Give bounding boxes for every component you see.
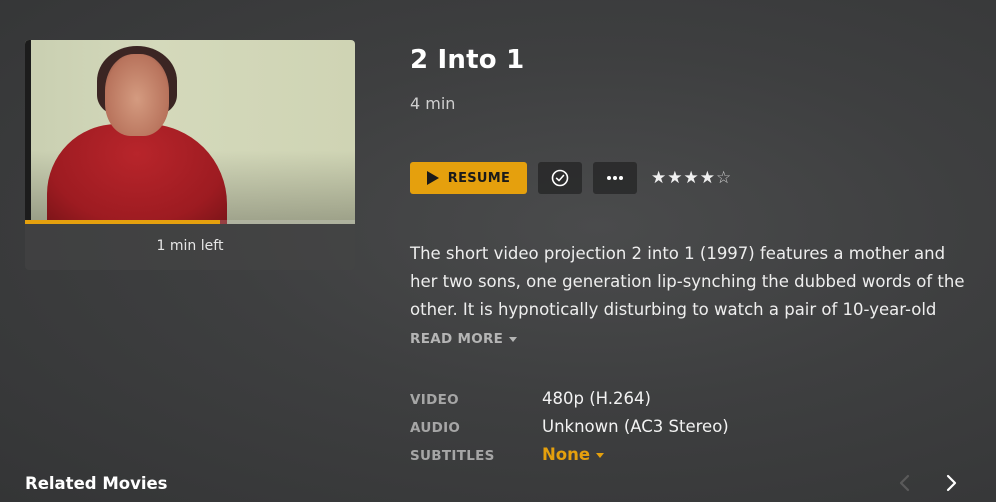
star-rating-filled: ★★★★ bbox=[651, 168, 716, 188]
page-title: 2 Into 1 bbox=[410, 45, 525, 75]
action-bar: RESUME ★★★★☆ bbox=[410, 162, 732, 194]
chevron-left-icon bbox=[899, 474, 910, 492]
resume-button-label: RESUME bbox=[447, 170, 511, 186]
video-label: VIDEO bbox=[410, 392, 459, 408]
more-options-button[interactable] bbox=[593, 162, 637, 194]
related-movies-heading: Related Movies bbox=[25, 474, 168, 493]
check-circle-icon bbox=[551, 169, 569, 187]
summary-text: The short video projection 2 into 1 (199… bbox=[410, 244, 965, 319]
time-left-label: 1 min left bbox=[156, 238, 224, 254]
audio-value: Unknown (AC3 Stereo) bbox=[542, 417, 729, 436]
read-more-button[interactable]: READ MORE bbox=[410, 331, 518, 347]
subtitles-label: SUBTITLES bbox=[410, 448, 495, 464]
caret-down-icon bbox=[596, 453, 605, 458]
duration-label: 4 min bbox=[410, 94, 456, 113]
watch-progress-bar bbox=[25, 220, 355, 224]
read-more-label: READ MORE bbox=[410, 331, 504, 347]
chevron-right-icon bbox=[946, 474, 957, 492]
more-horizontal-icon bbox=[607, 176, 623, 180]
watch-progress-fill bbox=[25, 220, 220, 224]
related-prev-button[interactable] bbox=[893, 472, 915, 494]
resume-button[interactable]: RESUME bbox=[410, 162, 527, 194]
mark-watched-button[interactable] bbox=[538, 162, 582, 194]
caret-down-icon bbox=[509, 336, 518, 342]
star-rating[interactable]: ★★★★☆ bbox=[651, 168, 732, 188]
video-thumbnail[interactable] bbox=[25, 40, 355, 224]
thumbnail-figure-body bbox=[47, 124, 227, 224]
play-icon bbox=[426, 171, 439, 185]
thumbnail-figure-head bbox=[105, 54, 169, 136]
subtitles-value: None bbox=[542, 445, 591, 464]
subtitles-dropdown[interactable]: None bbox=[542, 445, 605, 464]
video-value: 480p (H.264) bbox=[542, 389, 651, 408]
related-next-button[interactable] bbox=[941, 472, 963, 494]
star-rating-empty: ☆ bbox=[715, 168, 733, 188]
poster-card[interactable]: 1 min left bbox=[25, 40, 355, 270]
audio-label: AUDIO bbox=[410, 420, 461, 436]
